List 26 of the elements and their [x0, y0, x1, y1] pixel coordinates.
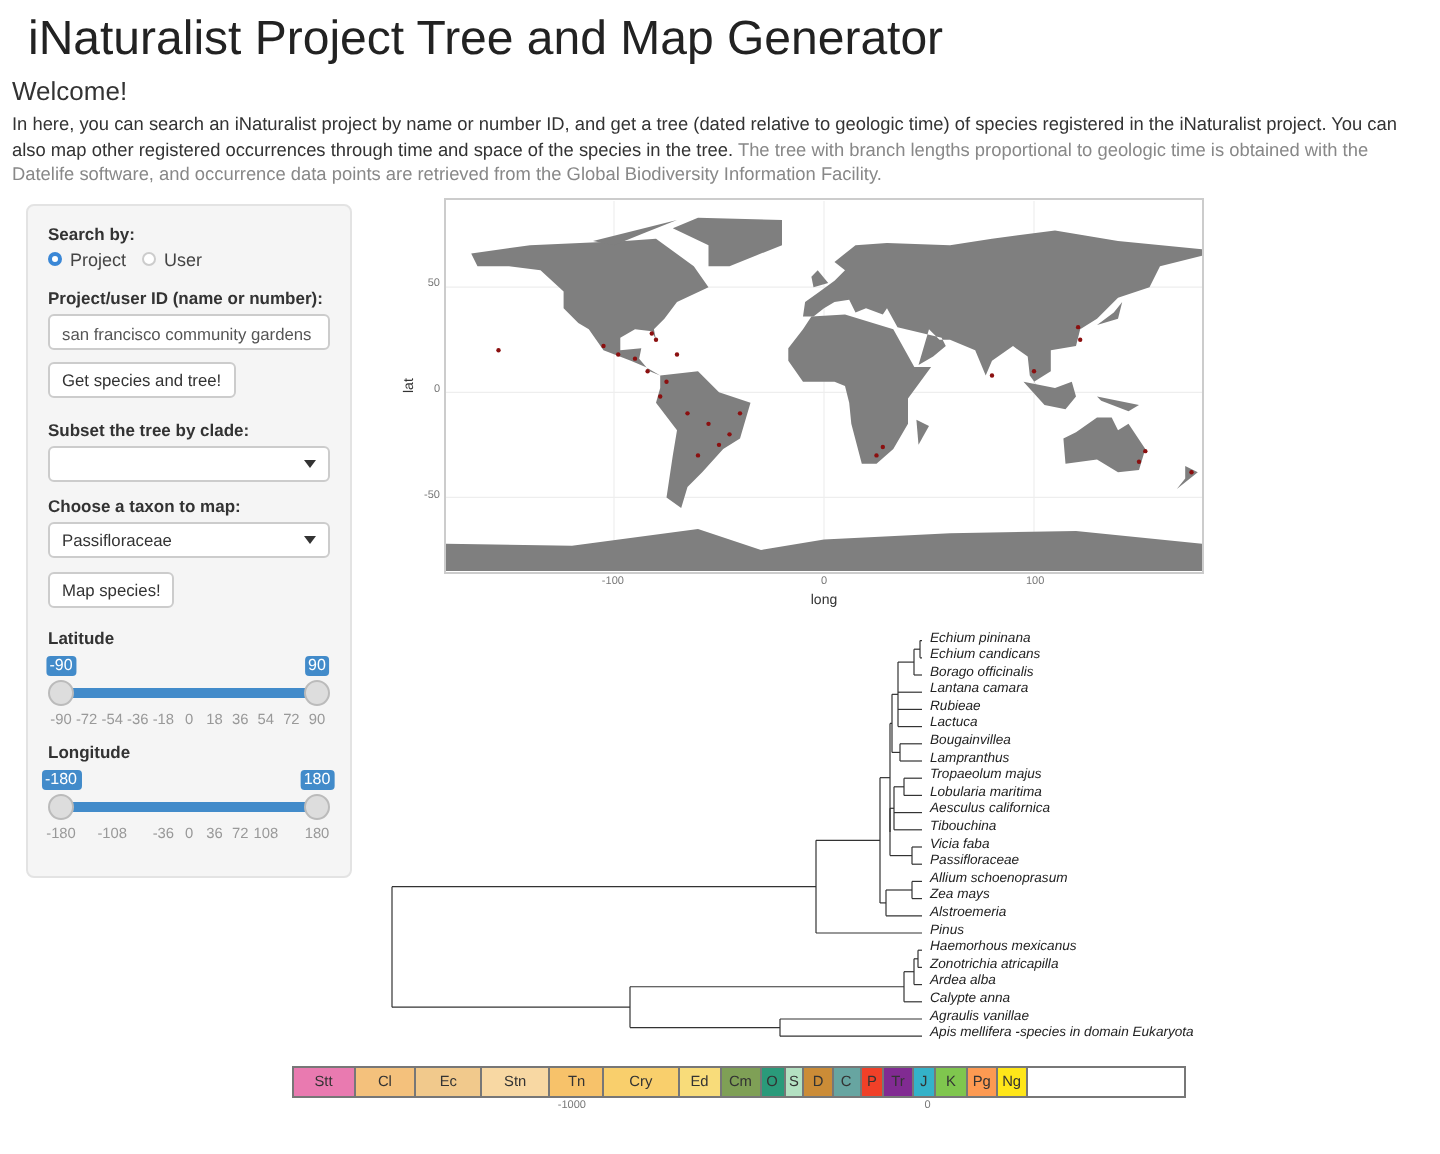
intro-paragraph: In here, you can search an iNaturalist project by name or number ID, and get a tree (dated relative to geologic time) of species registered in the iNaturalist project. You can also map other registered occurrences through time and space of the species in the tree. The tree with branch lengths proportional to geologic time is obtained with the Datelife software, and occurrence data points are retrieved from the Global Biodiversity Information Facility.: [12, 112, 1399, 187]
range-slider[interactable]: [48, 679, 330, 705]
field-label: Search by:: [48, 223, 137, 243]
select-field[interactable]: Passifloraceae: [48, 521, 330, 557]
radio-icon[interactable]: [142, 252, 157, 266]
get-species-button[interactable]: Get species and tree!: [48, 361, 236, 397]
radio-option[interactable]: User: [142, 249, 203, 269]
slider-value: -180: [41, 769, 81, 789]
slider-value: 180: [299, 769, 335, 789]
field-label: Subset the tree by clade:: [48, 419, 252, 439]
slider-value: 90: [304, 655, 330, 675]
radio-icon[interactable]: [48, 252, 62, 266]
field-label: Project/user ID (name or number):: [48, 287, 325, 307]
slider-label: Longitude: [48, 741, 133, 761]
field-label: Choose a taxon to map:: [48, 495, 243, 515]
input-field[interactable]: san francisco community gardens: [48, 313, 330, 349]
radio-option[interactable]: Project: [48, 249, 127, 269]
select-field[interactable]: [48, 445, 330, 481]
map-species-button[interactable]: Map species!: [48, 571, 175, 607]
caret-icon: [304, 459, 316, 467]
caret-icon: [304, 535, 316, 543]
range-slider[interactable]: [48, 793, 330, 819]
welcome-heading: Welcome!: [12, 76, 130, 106]
slider-value: -90: [45, 655, 77, 675]
page-title: iNaturalist Project Tree and Map Generator: [28, 12, 946, 68]
slider-label: Latitude: [48, 627, 117, 647]
